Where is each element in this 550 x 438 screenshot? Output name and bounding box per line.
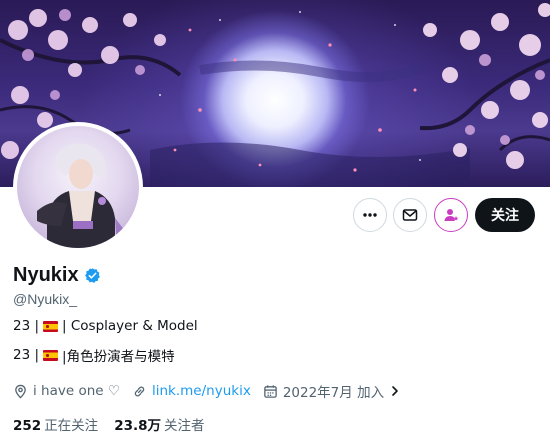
followers-label: 关注者 — [164, 418, 205, 434]
avatar-image — [17, 126, 139, 248]
avatar-artwork — [37, 143, 129, 248]
notify-button[interactable] — [434, 198, 468, 232]
joined-text: 2022年7月 加入 — [282, 385, 385, 401]
followers-stat[interactable]: 23.8万 关注者 — [114, 414, 204, 434]
user-handle: @Nyukix_ — [13, 291, 78, 307]
bio-line: 23 | |角色扮演者与模特 — [13, 345, 175, 365]
following-stat[interactable]: 252 正在关注 — [13, 414, 98, 434]
calendar-icon — [264, 384, 277, 398]
message-button[interactable] — [393, 198, 427, 232]
display-name-row: Nyukix — [13, 264, 101, 287]
chevron-right-icon[interactable] — [389, 385, 401, 397]
profile-link[interactable]: link.me/nyukix — [152, 383, 251, 399]
display-name: Nyukix — [13, 264, 79, 286]
following-count: 252 — [13, 418, 42, 434]
person-star-icon — [444, 209, 459, 221]
link-item[interactable]: link.me/nyukix — [132, 383, 251, 399]
more-icon — [363, 213, 377, 217]
more-options-button[interactable] — [353, 198, 387, 232]
following-label: 正在关注 — [44, 418, 99, 434]
bio-text: | Cosplayer & Model — [62, 318, 198, 334]
location-item: i have one ♡ — [13, 383, 120, 399]
spain-flag-icon — [43, 320, 59, 332]
follow-stats: 252 正在关注 23.8万 关注者 — [13, 414, 205, 434]
profile-avatar[interactable] — [13, 122, 143, 252]
envelope-icon — [402, 209, 418, 221]
bio-text: 23 | — [13, 318, 40, 334]
location-text: i have one ♡ — [33, 383, 120, 399]
bio-text: |角色扮演者与模特 — [62, 349, 175, 365]
followers-count: 23.8万 — [114, 418, 161, 434]
follow-button[interactable]: 关注 — [475, 198, 535, 232]
profile-meta: i have one ♡ link.me/nyukix 2022年7月 加入 — [13, 381, 413, 401]
verified-badge-icon[interactable] — [84, 267, 101, 284]
link-icon — [134, 386, 145, 396]
profile-page: 关注 Nyukix @Nyukix_ 23 | | Cosplayer & Mo… — [0, 0, 550, 438]
spain-flag-icon — [43, 349, 59, 361]
bio-text: 23 | — [13, 347, 40, 363]
joined-item: 2022年7月 加入 — [263, 381, 401, 401]
bio-line: 23 | | Cosplayer & Model — [13, 318, 198, 334]
location-pin-icon — [15, 384, 26, 398]
